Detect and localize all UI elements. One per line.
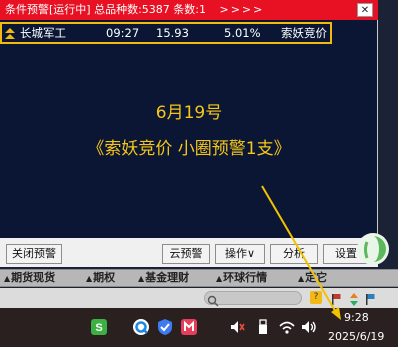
shield-icon[interactable] <box>156 318 174 336</box>
cloud-alert-button[interactable]: 云预警 <box>162 244 210 264</box>
alert-time: 09:27 <box>106 26 140 40</box>
alert-condition: 索妖竞价 <box>281 26 327 40</box>
flag-icon[interactable] <box>364 291 376 305</box>
tab-global-markets[interactable]: ▲环球行情 <box>216 270 267 286</box>
search-icon[interactable] <box>207 292 219 307</box>
volume-icon[interactable] <box>300 318 318 336</box>
annotation-caption: 《索妖竞价 小圈预警1支》 <box>87 139 291 159</box>
speaker-icon[interactable] <box>228 318 246 336</box>
app-q-icon[interactable] <box>132 318 150 336</box>
alert-window: 条件预警[运行中] 总品种数:5387 条数:1 >>>> ✕ 长城军工 09:… <box>0 0 378 267</box>
market-tab-bar: ▲期货现货 ▲期权 ▲基金理财 ▲环球行情 ▲定它 <box>0 269 398 287</box>
svg-text:S: S <box>95 322 102 334</box>
double-up-arrow-icon <box>5 27 15 39</box>
taskbar: S 9:28 2025/6/19 <box>0 308 398 347</box>
change-percent: 5.01% <box>224 26 261 40</box>
tool-strip: ? <box>0 288 398 308</box>
green-logo-icon <box>356 232 390 266</box>
up-down-arrow-icon[interactable] <box>348 291 360 306</box>
wifi-icon[interactable] <box>278 318 296 336</box>
tab-funds[interactable]: ▲基金理财 <box>138 270 189 286</box>
action-menu-button[interactable]: 操作∨ <box>215 244 265 264</box>
stock-price: 15.93 <box>156 26 189 40</box>
title-bar: 条件预警[运行中] 总品种数:5387 条数:1 >>>> <box>0 0 378 20</box>
tab-futures-spot[interactable]: ▲期货现货 <box>4 270 55 286</box>
tab-options[interactable]: ▲期权 <box>86 270 115 286</box>
title-arrows: >>>> <box>219 3 265 16</box>
close-alert-button[interactable]: 关闭预警 <box>6 244 62 264</box>
window-title: 条件预警[运行中] 总品种数:5387 条数:1 <box>5 3 206 16</box>
taskbar-date[interactable]: 2025/6/19 <box>328 330 384 343</box>
close-button[interactable]: ✕ <box>357 3 373 17</box>
tool-icon[interactable] <box>330 291 342 305</box>
taskbar-time[interactable]: 9:28 <box>344 311 369 324</box>
alert-row[interactable]: 长城军工 09:27 15.93 5.01% 索妖竞价 <box>0 22 332 44</box>
help-icon[interactable]: ? <box>310 291 322 304</box>
button-strip: 关闭预警 云预警 操作∨ 分析 设置 <box>0 238 378 267</box>
analyze-button[interactable]: 分析 <box>270 244 318 264</box>
app-red-icon[interactable] <box>180 318 198 336</box>
annotation-date: 6月19号 <box>155 103 223 123</box>
app-s-icon[interactable]: S <box>90 318 108 336</box>
stock-name: 长城军工 <box>20 26 66 40</box>
tab-other[interactable]: ▲定它 <box>298 270 327 286</box>
usb-drive-icon[interactable] <box>254 318 272 336</box>
